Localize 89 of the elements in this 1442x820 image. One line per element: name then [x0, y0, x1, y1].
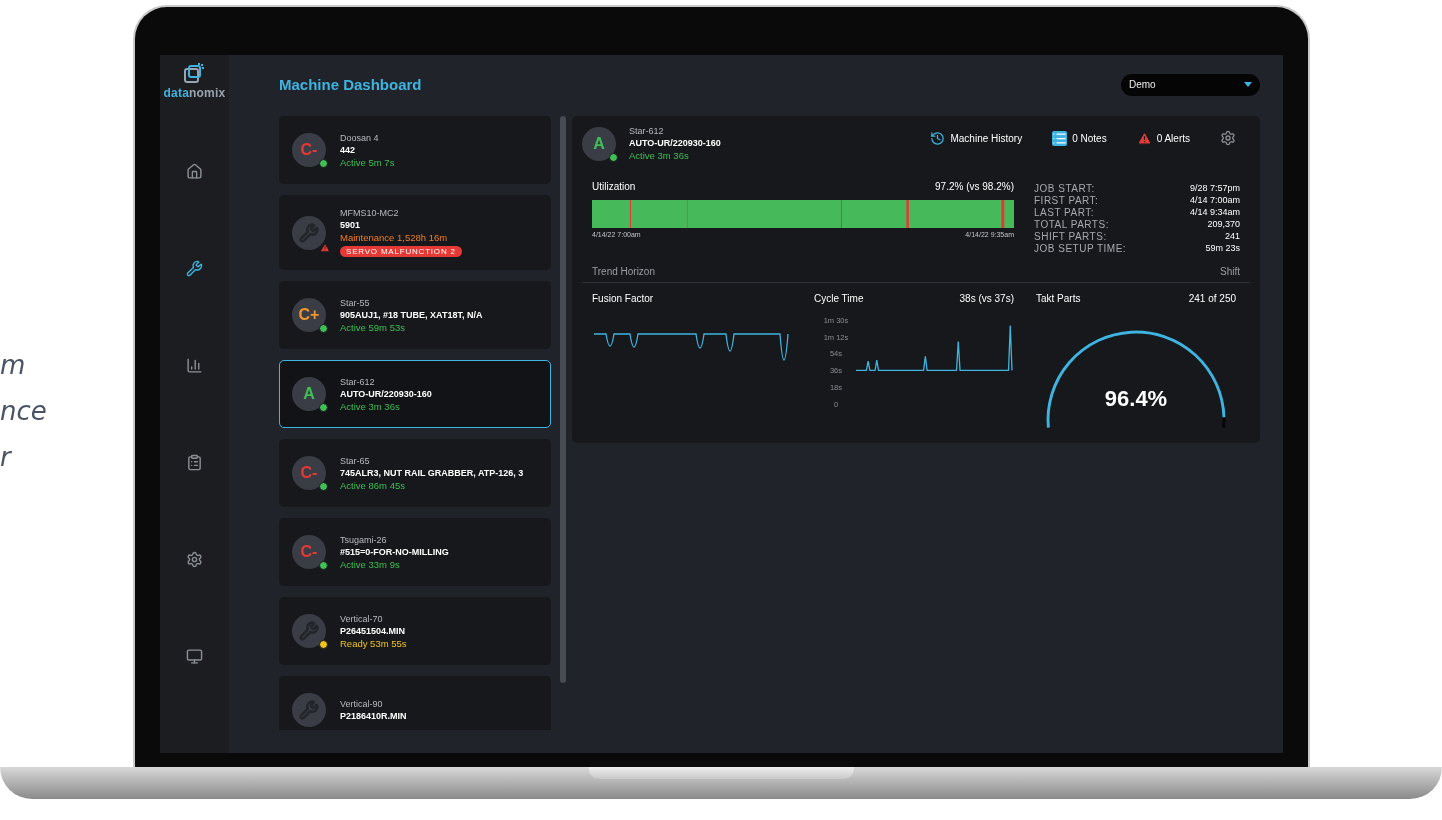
history-icon [930, 130, 946, 146]
machine-card[interactable]: A Star-612 AUTO-UR/220930-160 Active 3m 36s [279, 360, 551, 428]
stat-value: 59m 23s [1204, 243, 1240, 254]
job-name: #515=0-FOR-NO-MILLING [340, 546, 449, 557]
wrench-avatar-icon [292, 614, 326, 648]
caption-text: r [0, 441, 13, 474]
job-name: AUTO-UR/220930-160 [340, 388, 432, 399]
wrench-icon [186, 259, 203, 277]
status-text: Ready 53m 55s [340, 637, 407, 649]
settings-button[interactable] [1220, 130, 1236, 146]
machine-card[interactable]: MFMS10-MC2 5901 Maintenance 1,528h 16m SERVO MALFUNCTION 2 [279, 195, 551, 270]
stat-value: 241 [1223, 231, 1240, 242]
job-name: 745ALR3, NUT RAIL GRABBER, ATP-126, 3 [340, 467, 524, 478]
action-button[interactable]: 0 Alerts [1136, 130, 1190, 146]
machine-name: Star-65 [340, 455, 371, 466]
status-text: Active 33m 9s [340, 558, 401, 570]
machine-name: Star-612 [340, 376, 376, 387]
chart-title: Takt Parts [1036, 293, 1081, 304]
caption-text: m [0, 349, 27, 382]
machine-name: Star-612 [629, 126, 665, 136]
machine-name: MFMS10-MC2 [340, 208, 400, 218]
job-name: P2186410R.MIN [340, 711, 407, 721]
alarm-badge: SERVO MALFUNCTION 2 [340, 246, 462, 257]
list-icon [1052, 130, 1068, 146]
action-button[interactable]: Machine History [930, 130, 1023, 146]
caption-text: nce [0, 395, 48, 428]
clipboard-icon [186, 453, 203, 471]
job-name: AUTO-UR/220930-160 [629, 138, 721, 148]
machine-name: Vertical-70 [340, 613, 384, 624]
stat-label: JOB SETUP TIME: [1034, 243, 1128, 254]
bar-chart-icon [186, 356, 203, 374]
stat-value: 4/14 9:34am [1189, 207, 1240, 218]
caret-icon [1244, 82, 1252, 87]
dropdown[interactable]: Demo [1121, 73, 1260, 96]
chart-title: Fusion Factor [592, 293, 655, 304]
home-icon [186, 162, 203, 180]
status-text: Maintenance 1,528h 16m [340, 232, 449, 243]
machine-name: Tsugami-26 [340, 534, 388, 545]
machine-card[interactable]: C- Star-65 745ALR3, NUT RAIL GRABBER, ATP-126, 3 Active 86m 45s [279, 439, 551, 507]
chart-value: 241 of 250 [1188, 293, 1236, 304]
machine-name: Star-55 [340, 297, 371, 308]
job-name: 5901 [340, 220, 362, 230]
stat-label: SHIFT PARTS: [1034, 231, 1108, 242]
machine-card[interactable]: Vertical-70 P26451504.MIN Ready 53m 55s [279, 597, 551, 665]
grade-text: C- [300, 141, 318, 159]
stat-label: LAST PART: [1034, 207, 1096, 218]
trend-label: Trend Horizon [592, 266, 655, 277]
status-text: Active 3m 36s [629, 150, 690, 161]
grade-text: C- [300, 464, 318, 482]
machine-card[interactable]: C+ Star-55 905AUJ1, #18 TUBE, XAT18T, N/A Active 59m 53s [279, 281, 551, 349]
status-text: Active 5m 7s [340, 156, 395, 168]
machine-card[interactable]: Vertical-90 P2186410R.MIN [279, 676, 551, 730]
utilization-label: Utilization [592, 181, 636, 192]
stat-label: JOB START: [1034, 183, 1096, 194]
grade-text: C- [300, 543, 318, 561]
machine-name: Vertical-90 [340, 699, 384, 709]
machine-card[interactable]: C- Doosan 4 442 Active 5m 7s [279, 116, 551, 184]
status-text: Active 86m 45s [340, 479, 406, 491]
chart-title: Cycle Time [814, 293, 864, 304]
job-name: P26451504.MIN [340, 625, 407, 636]
page-title: Machine Dashboard [279, 76, 422, 93]
machine-card[interactable]: C- Tsugami-26 #515=0-FOR-NO-MILLING Active 33m 9s [279, 518, 551, 586]
warning-icon [1136, 130, 1152, 146]
grade-text: C+ [298, 306, 320, 324]
settings-icon [186, 550, 203, 568]
stat-value: 4/14 7:00am [1189, 195, 1240, 206]
gauge-reading: 96.4% [1103, 386, 1169, 412]
machine-name: Doosan 4 [340, 132, 380, 143]
logo-text: datanomix [163, 86, 226, 100]
stat-label: FIRST PART: [1034, 195, 1100, 206]
grade-text: A [593, 134, 605, 153]
logo-icon [183, 63, 206, 85]
job-name: 442 [340, 144, 357, 155]
monitor-icon [186, 647, 203, 665]
chart-value: 38s (vs 37s) [959, 293, 1014, 304]
utilization-value: 97.2% (vs 98.2%) [935, 181, 1014, 192]
status-text: Active 3m 36s [340, 400, 401, 412]
job-name: 905AUJ1, #18 TUBE, XAT18T, N/A [340, 309, 483, 320]
stat-value: 209,370 [1206, 219, 1240, 230]
action-button[interactable]: 0 Notes [1052, 130, 1107, 146]
settings-icon [1220, 130, 1236, 146]
stat-label: TOTAL PARTS: [1034, 219, 1110, 230]
scrollbar[interactable] [560, 116, 566, 683]
status-text: Active 59m 53s [340, 321, 406, 333]
stat-value: 9/28 7:57pm [1189, 183, 1240, 194]
wrench-avatar-icon [292, 215, 326, 250]
grade-text: A [303, 385, 315, 403]
wrench-avatar-icon [292, 693, 326, 727]
trend-value: Shift [1220, 266, 1240, 277]
